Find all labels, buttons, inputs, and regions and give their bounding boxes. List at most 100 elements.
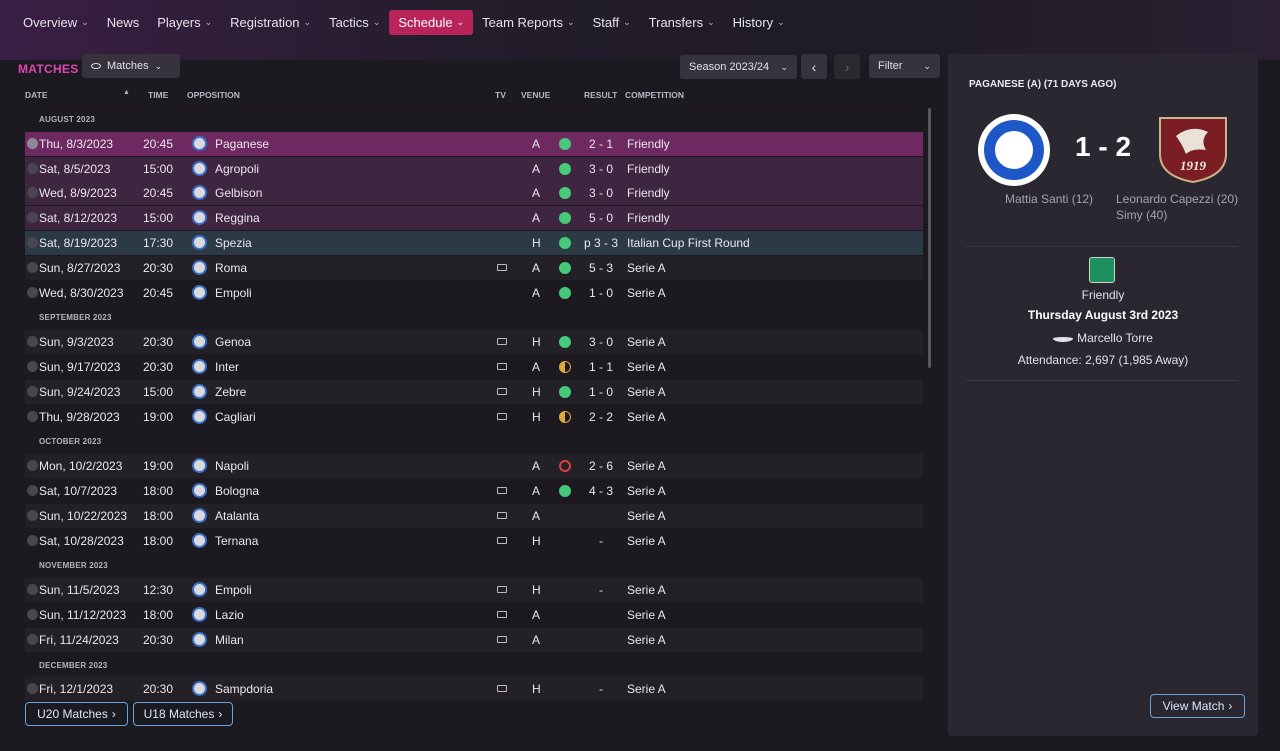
nav-overview[interactable]: Overview ⌄ — [14, 10, 98, 35]
previous-season-button[interactable]: ‹ — [801, 54, 827, 79]
match-row[interactable]: Mon, 10/2/2023 19:00 Napoli A 2 - 6 Serie A — [25, 454, 923, 479]
season-dropdown[interactable]: Season 2023/24 ⌄ — [680, 55, 797, 79]
match-venue: A — [532, 459, 541, 474]
match-venue: A — [532, 508, 541, 523]
match-score: 5 - 3 — [588, 260, 613, 275]
row-select-checkbox[interactable] — [27, 485, 38, 496]
nav-schedule[interactable]: Schedule ⌄ — [389, 9, 474, 35]
opposition-name[interactable]: Ternana — [215, 534, 258, 548]
match-row[interactable]: Sun, 11/5/2023 12:30 Empoli H - Serie A — [25, 578, 923, 603]
match-time: 18:00 — [143, 508, 174, 523]
row-select-checkbox[interactable] — [27, 385, 38, 397]
nav-tactics[interactable]: Tactics ⌄ — [320, 10, 389, 35]
col-tv[interactable]: TV — [495, 90, 506, 100]
col-date[interactable]: DATE — [25, 90, 48, 100]
opposition-name[interactable]: Milan — [215, 633, 244, 647]
row-select-checkbox[interactable] — [27, 212, 38, 224]
match-venue: H — [532, 384, 541, 399]
row-select-checkbox[interactable] — [27, 683, 38, 695]
opposition-name[interactable]: Empoli — [215, 286, 252, 300]
row-select-checkbox[interactable] — [27, 137, 38, 149]
opposition-name[interactable]: Bologna — [215, 484, 259, 498]
nav-registration[interactable]: Registration ⌄ — [221, 10, 320, 35]
match-score: 3 - 0 — [588, 161, 613, 176]
view-dropdown[interactable]: Matches ⌄ — [82, 54, 180, 78]
match-row[interactable]: Sat, 8/5/2023 15:00 Agropoli A 3 - 0 Friendly — [25, 156, 923, 181]
match-row[interactable]: Thu, 8/3/2023 20:45 Paganese A 2 - 1 Friendly — [25, 131, 923, 156]
opposition-name[interactable]: Gelbison — [215, 186, 262, 200]
match-row[interactable]: Sat, 8/12/2023 15:00 Reggina A 5 - 0 Friendly — [25, 206, 923, 231]
opposition-name[interactable]: Reggina — [215, 211, 260, 225]
match-time: 20:45 — [143, 186, 174, 201]
match-score: 2 - 2 — [588, 409, 613, 424]
club-crest-icon — [192, 284, 207, 300]
opposition-name[interactable]: Agropoli — [215, 162, 259, 176]
nav-transfers[interactable]: Transfers ⌄ — [640, 10, 724, 35]
next-season-button[interactable]: › — [834, 54, 860, 79]
opposition-name[interactable]: Paganese — [215, 137, 269, 151]
match-row[interactable]: Sun, 10/22/2023 18:00 Atalanta A Serie A — [25, 503, 923, 528]
eye-icon — [91, 63, 101, 69]
match-row[interactable]: Sun, 9/3/2023 20:30 Genoa H 3 - 0 Serie A — [25, 330, 923, 355]
row-select-checkbox[interactable] — [27, 286, 38, 298]
match-row[interactable]: Sun, 8/27/2023 20:30 Roma A 5 - 3 Serie A — [25, 255, 923, 280]
match-row[interactable]: Sat, 10/28/2023 18:00 Ternana H - Serie A — [25, 528, 923, 553]
match-row[interactable]: Fri, 12/1/2023 20:30 Sampdoria H - Serie A — [25, 677, 923, 702]
opposition-name[interactable]: Spezia — [215, 236, 252, 250]
opposition-name[interactable]: Roma — [215, 261, 247, 275]
match-row[interactable]: Sun, 9/17/2023 20:30 Inter A 1 - 1 Serie A — [25, 355, 923, 379]
row-select-checkbox[interactable] — [27, 410, 38, 422]
match-row[interactable]: Wed, 8/9/2023 20:45 Gelbison A 3 - 0 Friendly — [25, 181, 923, 206]
row-select-checkbox[interactable] — [27, 237, 38, 248]
col-result[interactable]: RESULT — [584, 90, 617, 100]
row-select-checkbox[interactable] — [27, 162, 38, 174]
opposition-name[interactable]: Sampdoria — [215, 682, 273, 696]
match-date: Thu, 9/28/2023 — [39, 409, 120, 424]
nav-staff[interactable]: Staff ⌄ — [584, 10, 640, 35]
row-select-checkbox[interactable] — [27, 187, 38, 199]
u18-matches-button[interactable]: U18 Matches › — [133, 702, 233, 726]
row-select-checkbox[interactable] — [27, 509, 38, 521]
nav-history[interactable]: History ⌄ — [724, 10, 794, 35]
nav-players[interactable]: Players ⌄ — [148, 10, 221, 35]
match-date: Thu, 8/3/2023 — [39, 136, 114, 151]
row-select-checkbox[interactable] — [27, 534, 38, 546]
opposition-name[interactable]: Lazio — [215, 608, 244, 622]
month-header: NOVEMBER 2023 — [25, 553, 923, 578]
filter-label: Filter — [878, 60, 903, 72]
opposition-name[interactable]: Napoli — [215, 459, 249, 473]
u20-matches-label: U20 Matches — [37, 707, 108, 721]
opposition-name[interactable]: Genoa — [215, 335, 251, 349]
opposition-name[interactable]: Empoli — [215, 583, 252, 597]
match-row[interactable]: Sun, 9/24/2023 15:00 Zebre H 1 - 0 Serie A — [25, 379, 923, 404]
col-time[interactable]: TIME — [148, 90, 168, 100]
row-select-checkbox[interactable] — [27, 584, 38, 596]
opposition-name[interactable]: Cagliari — [215, 410, 256, 424]
filter-dropdown[interactable]: Filter ⌄ — [869, 54, 940, 78]
col-venue[interactable]: VENUE — [521, 90, 550, 100]
table-scrollbar[interactable] — [928, 108, 931, 368]
row-select-checkbox[interactable] — [27, 460, 38, 472]
opposition-name[interactable]: Inter — [215, 360, 239, 374]
row-select-checkbox[interactable] — [27, 361, 38, 372]
match-row[interactable]: Fri, 11/24/2023 20:30 Milan A Serie A — [25, 627, 923, 652]
nav-team-reports[interactable]: Team Reports ⌄ — [473, 10, 583, 35]
row-select-checkbox[interactable] — [27, 609, 38, 620]
match-row[interactable]: Sat, 10/7/2023 18:00 Bologna A 4 - 3 Serie A — [25, 479, 923, 503]
match-row[interactable]: Thu, 9/28/2023 19:00 Cagliari H 2 - 2 Serie A — [25, 404, 923, 429]
opposition-name[interactable]: Atalanta — [215, 509, 259, 523]
col-competition[interactable]: COMPETITION — [625, 90, 684, 100]
opposition-name[interactable]: Zebre — [215, 385, 246, 399]
u20-matches-button[interactable]: U20 Matches › — [25, 702, 128, 726]
col-opposition[interactable]: OPPOSITION — [187, 90, 240, 100]
match-row[interactable]: Sun, 11/12/2023 18:00 Lazio A Serie A — [25, 603, 923, 627]
match-row[interactable]: Sat, 8/19/2023 17:30 Spezia Hp 3 - 3 Italian… — [25, 231, 923, 255]
stadium-name: Marcello Torre — [1077, 331, 1153, 345]
month-header: DECEMBER 2023 — [25, 652, 923, 677]
match-row[interactable]: Wed, 8/30/2023 20:45 Empoli A 1 - 0 Serie A — [25, 280, 923, 305]
view-match-button[interactable]: View Match › — [1150, 694, 1245, 718]
row-select-checkbox[interactable] — [27, 336, 38, 348]
nav-news[interactable]: News — [98, 10, 149, 35]
row-select-checkbox[interactable] — [27, 633, 38, 645]
row-select-checkbox[interactable] — [27, 261, 38, 273]
